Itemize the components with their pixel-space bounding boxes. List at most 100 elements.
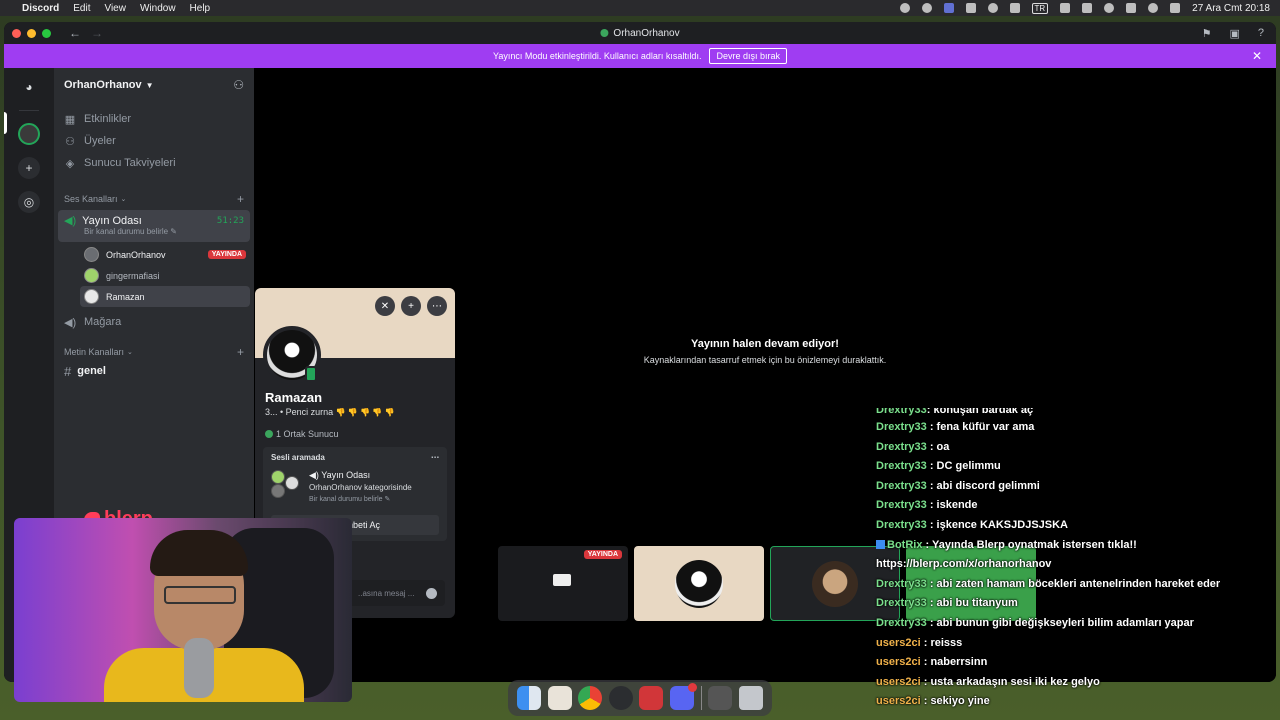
channel-status-placeholder[interactable]: Bir kanal durumu belirle: [84, 227, 168, 236]
sidebar-item-events[interactable]: ▦ Etkinlikler: [54, 108, 254, 130]
disable-streamer-mode-button[interactable]: Devre dışı bırak: [709, 48, 787, 64]
chevron-down-icon[interactable]: ▼: [146, 81, 154, 90]
minimize-window-button[interactable]: [27, 28, 36, 38]
audio-wave-icon[interactable]: [1009, 3, 1020, 13]
tile-ramazan[interactable]: [634, 546, 764, 621]
launchpad-icon[interactable]: [547, 686, 572, 710]
sidebar-item-label: Sunucu Takviyeleri: [84, 157, 176, 169]
chat-message: : Yayında Blerp oynatmak istersen tıkla!…: [925, 538, 1137, 551]
chat-username: Drextry33: [876, 421, 927, 433]
voice-category-label: Ses Kanalları: [64, 194, 118, 204]
menu-app-name[interactable]: Discord: [22, 3, 59, 14]
text-category[interactable]: Metin Kanalları ⌄ +: [54, 343, 254, 361]
record-icon[interactable]: [899, 3, 910, 13]
chat-message: : işkence KAKSJDJSJSKA: [929, 518, 1068, 531]
sword-icon[interactable]: ✕: [375, 296, 395, 316]
chrome-icon[interactable]: [578, 686, 603, 710]
text-channel-genel[interactable]: # genel: [54, 361, 254, 381]
back-arrow-icon[interactable]: ←: [69, 26, 81, 40]
bluetooth-icon[interactable]: [1082, 3, 1093, 13]
title-bar: ← → OrhanOrhanov ⚑ ▣ ?: [4, 22, 1276, 44]
riot-client-icon[interactable]: [639, 686, 664, 710]
search-icon[interactable]: [1148, 3, 1159, 13]
close-icon[interactable]: ✕: [1252, 49, 1262, 63]
voice-user-gingermafiasi[interactable]: gingermafiasi: [80, 265, 250, 286]
streamer-mode-banner: Yayıncı Modu etkinleştirildi. Kullanıcı …: [4, 44, 1276, 68]
chat-username: users2ci: [876, 695, 921, 708]
finder-icon[interactable]: [517, 686, 542, 710]
voice-category[interactable]: Ses Kanalları ⌄ +: [54, 190, 254, 208]
chat-message: : sekiyo yine: [923, 695, 990, 708]
menu-edit[interactable]: Edit: [73, 3, 90, 14]
voice-user-name: Ramazan: [106, 291, 145, 302]
selected-server-pill: [4, 112, 7, 134]
chat-line: Drextry33 : abi bunun gibi değişkseyleri…: [876, 614, 1276, 634]
tile-screen-share[interactable]: YAYINDA: [498, 546, 628, 621]
chat-line: Drextry33 : abi zaten hamam böcekleri an…: [876, 575, 1276, 595]
grid-tray-icon[interactable]: [965, 3, 976, 13]
add-channel-icon[interactable]: +: [237, 192, 244, 206]
live-badge: YAYINDA: [583, 550, 622, 559]
chat-line: users2ci : reisss: [876, 634, 1276, 654]
pencil-icon[interactable]: ✎: [170, 227, 177, 236]
add-server-icon[interactable]: +: [18, 157, 40, 179]
voice-channel-yayin-odasi[interactable]: ◀) Yayın Odası 51:23 Bir kanal durumu be…: [58, 210, 250, 242]
chat-line: Drextry33 : abi bu titanyum: [876, 594, 1276, 614]
chat-line: users2ci : usta arkadaşın sesi iki kez g…: [876, 673, 1276, 693]
window-title-text: OrhanOrhanov: [613, 27, 680, 39]
more-icon[interactable]: ⋯: [427, 296, 447, 316]
stage-manager-icon[interactable]: [943, 3, 954, 13]
sidebar-item-boosts[interactable]: ◈ Sunucu Takviyeleri: [54, 152, 254, 174]
input-source-badge[interactable]: TR: [1031, 2, 1049, 14]
menu-help[interactable]: Help: [190, 3, 211, 14]
close-window-button[interactable]: [12, 28, 21, 38]
app-icon[interactable]: [708, 686, 733, 710]
voice-user-ramazan[interactable]: Ramazan: [80, 286, 250, 307]
play-icon[interactable]: [1104, 3, 1115, 13]
mutual-servers[interactable]: 1 Ortak Sunucu: [265, 429, 455, 439]
sidebar-item-members[interactable]: ⚇ Üyeler: [54, 130, 254, 152]
screen-icon[interactable]: ▣: [1229, 27, 1239, 40]
text-channel-name: genel: [77, 365, 106, 377]
add-friend-icon[interactable]: +: [401, 296, 421, 316]
pencil-icon[interactable]: ✎: [385, 496, 391, 503]
boost-icon: ◈: [65, 157, 75, 170]
voice-timer: 51:23: [216, 215, 244, 226]
voice-participants-stack: [271, 470, 301, 500]
wifi-icon[interactable]: [1126, 3, 1137, 13]
invite-people-icon[interactable]: ⚇: [233, 78, 244, 92]
obs-icon[interactable]: [608, 686, 633, 710]
control-center-icon[interactable]: [1170, 3, 1181, 13]
forward-arrow-icon[interactable]: →: [91, 26, 103, 40]
discord-home-icon[interactable]: ◕: [18, 76, 40, 98]
discord-icon[interactable]: [670, 683, 697, 710]
voice-user-orhanorhanov[interactable]: OrhanOrhanov YAYINDA: [80, 244, 250, 265]
volume-icon[interactable]: [1060, 3, 1071, 13]
obs-tray-icon[interactable]: [921, 3, 932, 13]
zoom-window-button[interactable]: [42, 28, 51, 38]
chat-message: : abi bu titanyum: [929, 597, 1018, 610]
help-icon[interactable]: ?: [1258, 27, 1264, 40]
mobile-status-icon: [305, 366, 317, 382]
add-channel-icon[interactable]: +: [237, 345, 244, 359]
chat-line: Drextry33 : iskende: [876, 496, 1276, 516]
server-name[interactable]: OrhanOrhanov: [64, 79, 142, 91]
chat-message: : iskende: [929, 499, 978, 512]
live-badge: YAYINDA: [207, 250, 246, 259]
server-header[interactable]: OrhanOrhanov ▼ ⚇: [54, 68, 254, 102]
menu-clock[interactable]: 27 Ara Cmt 20:18: [1192, 3, 1270, 14]
chat-username: Drextry33: [876, 577, 927, 590]
flag-icon[interactable]: ⚑: [1202, 27, 1212, 40]
menu-view[interactable]: View: [104, 3, 126, 14]
stage-channel-magara[interactable]: ◀) Mağara: [54, 311, 254, 333]
chat-line: BotRix : Yayında Blerp oynatmak istersen…: [876, 536, 1276, 556]
server-orhanorhanov-icon[interactable]: [18, 123, 40, 145]
emoji-icon[interactable]: [426, 587, 437, 599]
trash-icon[interactable]: [738, 686, 763, 710]
chat-line: Drextry33 : işkence KAKSJDJSJSKA: [876, 516, 1276, 536]
timer-tray-icon[interactable]: [987, 3, 998, 13]
chat-line: Drextry33 : DC gelimmu: [876, 457, 1276, 477]
more-icon[interactable]: ⋯: [431, 453, 439, 462]
explore-compass-icon[interactable]: ◎: [18, 191, 40, 213]
menu-window[interactable]: Window: [140, 3, 176, 14]
